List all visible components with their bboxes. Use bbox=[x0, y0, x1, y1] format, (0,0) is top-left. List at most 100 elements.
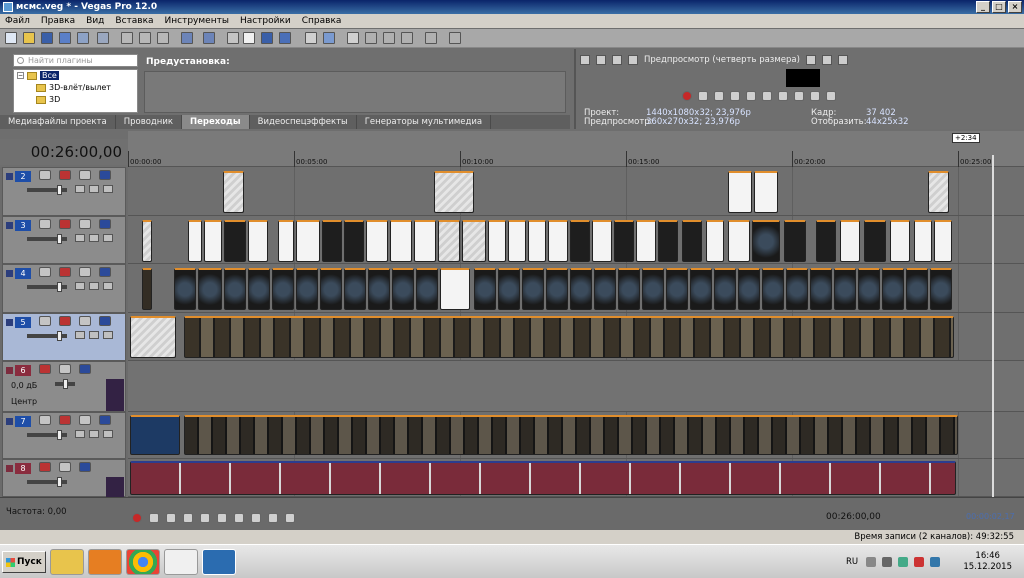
child-track-icon[interactable] bbox=[103, 331, 113, 339]
track-header-8-audio[interactable]: 8 bbox=[2, 459, 126, 497]
video-clip[interactable] bbox=[890, 220, 910, 262]
go-to-start-button[interactable] bbox=[778, 91, 788, 101]
compositing-mode-icon[interactable] bbox=[75, 234, 85, 242]
video-clip[interactable] bbox=[142, 220, 152, 262]
timeline-ruler[interactable]: 00:00:00 00:05:00 00:10:00 00:15:00 00:2… bbox=[128, 131, 1024, 167]
video-clip[interactable] bbox=[594, 268, 616, 310]
video-clip[interactable] bbox=[223, 171, 244, 213]
video-clip[interactable] bbox=[786, 268, 808, 310]
next-frame-button[interactable] bbox=[285, 513, 295, 523]
solo-icon[interactable] bbox=[99, 170, 111, 180]
properties-icon[interactable] bbox=[97, 32, 109, 44]
video-clip[interactable] bbox=[754, 171, 778, 213]
vegas-taskbar-icon[interactable] bbox=[202, 549, 236, 575]
video-clip[interactable] bbox=[248, 268, 270, 310]
track-lane-2[interactable] bbox=[128, 167, 1024, 216]
menu-tools[interactable]: Инструменты bbox=[165, 14, 229, 28]
mute-icon[interactable] bbox=[59, 462, 71, 472]
compositing-mode-icon[interactable] bbox=[75, 430, 85, 438]
video-clip[interactable] bbox=[248, 220, 268, 262]
video-clip[interactable] bbox=[642, 268, 664, 310]
menu-file[interactable]: Файл bbox=[5, 14, 30, 28]
slider-knob[interactable] bbox=[57, 477, 62, 487]
video-clip[interactable] bbox=[224, 268, 246, 310]
slider-knob[interactable] bbox=[57, 331, 62, 341]
level-slider[interactable] bbox=[27, 234, 67, 244]
play-button[interactable] bbox=[730, 91, 740, 101]
parent-track-icon[interactable] bbox=[89, 234, 99, 242]
tree-item-3d[interactable]: 3D bbox=[14, 94, 137, 106]
video-clip[interactable] bbox=[752, 220, 780, 262]
video-clip[interactable] bbox=[392, 268, 414, 310]
level-slider[interactable] bbox=[27, 331, 67, 341]
video-clip[interactable] bbox=[784, 220, 806, 262]
solo-icon[interactable] bbox=[79, 462, 91, 472]
video-clip[interactable] bbox=[174, 268, 196, 310]
playhead-cursor[interactable] bbox=[992, 155, 994, 497]
track-fx-icon[interactable] bbox=[39, 462, 51, 472]
video-clip[interactable] bbox=[762, 268, 784, 310]
plugin-search-input[interactable]: Найти плагины bbox=[13, 54, 138, 67]
mute-icon[interactable] bbox=[79, 267, 91, 277]
track-lane-8-audio[interactable] bbox=[128, 459, 1024, 497]
save-snapshot-icon[interactable] bbox=[837, 55, 848, 65]
volume-slider[interactable] bbox=[27, 477, 67, 487]
track-fx-icon[interactable] bbox=[59, 170, 71, 180]
video-clip[interactable] bbox=[204, 220, 222, 262]
parent-track-icon[interactable] bbox=[89, 185, 99, 193]
compositing-mode-icon[interactable] bbox=[75, 331, 85, 339]
copy-snapshot-icon[interactable] bbox=[821, 55, 832, 65]
track-lane-7[interactable] bbox=[128, 412, 1024, 459]
go-to-end-button[interactable] bbox=[251, 513, 261, 523]
mute-icon[interactable] bbox=[79, 219, 91, 229]
video-clip[interactable] bbox=[474, 268, 496, 310]
video-clip[interactable] bbox=[882, 268, 904, 310]
video-clip[interactable] bbox=[914, 220, 932, 262]
level-slider[interactable] bbox=[27, 185, 67, 195]
overlays-icon[interactable] bbox=[805, 55, 816, 65]
stop-button[interactable] bbox=[217, 513, 227, 523]
video-clip[interactable] bbox=[728, 171, 752, 213]
video-clip[interactable] bbox=[188, 220, 202, 262]
menu-edit[interactable]: Правка bbox=[41, 14, 75, 28]
parent-track-icon[interactable] bbox=[89, 331, 99, 339]
menu-view[interactable]: Вид bbox=[86, 14, 104, 28]
child-track-icon[interactable] bbox=[103, 185, 113, 193]
video-clip[interactable] bbox=[320, 268, 342, 310]
preview-split-icon[interactable] bbox=[628, 55, 638, 65]
video-clip-strip[interactable] bbox=[184, 316, 954, 358]
start-button[interactable]: Пуск bbox=[2, 551, 46, 573]
preview-quality-dropdown[interactable]: Предпросмотр (четверть размера) bbox=[644, 55, 800, 65]
clock[interactable]: 16:46 15.12.2015 bbox=[963, 551, 1012, 573]
video-clip[interactable] bbox=[548, 220, 568, 262]
level-slider[interactable] bbox=[27, 282, 67, 292]
volume-icon[interactable] bbox=[882, 557, 892, 567]
video-clip[interactable] bbox=[636, 220, 656, 262]
ruler-region-marker[interactable]: +2:34 bbox=[952, 133, 980, 143]
audio-clip[interactable] bbox=[130, 461, 956, 495]
child-track-icon[interactable] bbox=[103, 430, 113, 438]
track-lane-6-audio[interactable] bbox=[128, 361, 1024, 412]
parent-track-icon[interactable] bbox=[89, 430, 99, 438]
track-header-4[interactable]: 4 bbox=[2, 264, 126, 313]
video-clip[interactable] bbox=[864, 220, 886, 262]
video-clip[interactable] bbox=[198, 268, 222, 310]
video-clip[interactable] bbox=[438, 220, 460, 262]
video-clip[interactable] bbox=[508, 220, 526, 262]
slider-knob[interactable] bbox=[57, 282, 62, 292]
video-clip[interactable] bbox=[810, 268, 832, 310]
video-clip[interactable] bbox=[614, 220, 634, 262]
tray-app2-icon[interactable] bbox=[930, 557, 940, 567]
mute-icon[interactable] bbox=[79, 316, 91, 326]
tray-app-icon[interactable] bbox=[898, 557, 908, 567]
video-clip[interactable] bbox=[498, 268, 520, 310]
prev-frame-button[interactable] bbox=[268, 513, 278, 523]
track-motion-icon[interactable] bbox=[39, 170, 51, 180]
track-header-5[interactable]: 5 bbox=[2, 313, 126, 361]
preview-monitor-icon[interactable] bbox=[596, 55, 606, 65]
tab-media-generators[interactable]: Генераторы мультимедиа bbox=[357, 115, 492, 129]
track-header-6-audio[interactable]: 6 0,0 дБ Центр bbox=[2, 361, 126, 412]
video-clip[interactable] bbox=[390, 220, 412, 262]
video-clip[interactable] bbox=[714, 268, 736, 310]
paste-icon[interactable] bbox=[157, 32, 169, 44]
